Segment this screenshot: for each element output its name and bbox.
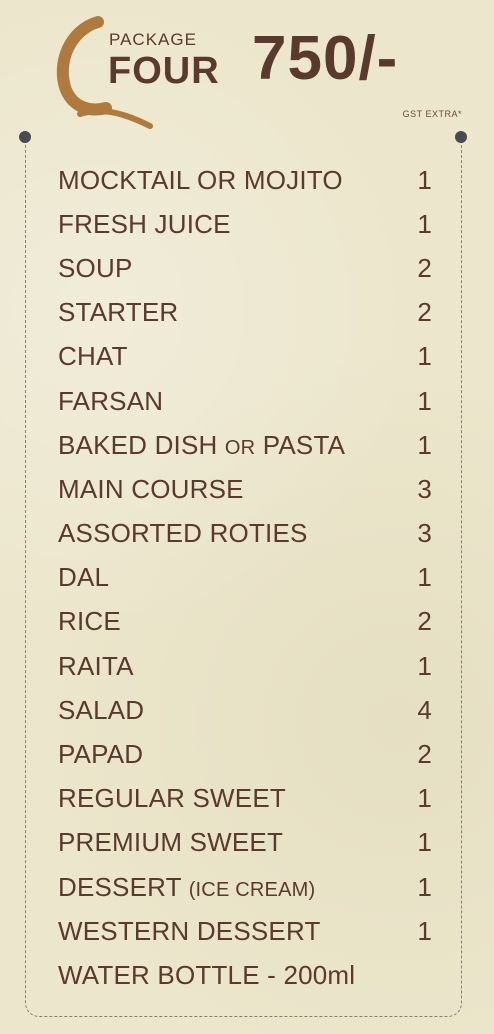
frame-left-dot	[19, 131, 31, 143]
item-name-connector: OR	[224, 436, 256, 459]
item-name: PAPAD	[58, 739, 144, 770]
item-name: REGULAR SWEET	[58, 783, 286, 814]
package-price: 750/-	[252, 24, 399, 93]
item-name: RICE	[58, 606, 121, 637]
item-quantity: 3	[417, 473, 432, 504]
item-name: WATER BOTTLE - 200ml	[58, 959, 356, 990]
item-quantity: 1	[417, 164, 432, 195]
item-quantity: 1	[417, 783, 432, 814]
list-item: PAPAD 2	[58, 732, 432, 776]
list-item: FRESH JUICE 1	[58, 202, 432, 246]
item-name: BAKED DISH OR PASTA	[58, 430, 345, 461]
item-name: MOCKTAIL OR MOJITO	[58, 164, 343, 195]
list-item: WATER BOTTLE - 200ml	[58, 953, 432, 997]
package-label: PACKAGE	[109, 30, 197, 49]
list-item: RAITA 1	[58, 644, 432, 688]
item-quantity: 1	[417, 562, 432, 593]
item-quantity: 1	[417, 915, 432, 946]
item-name: RAITA	[58, 650, 134, 681]
item-name: ASSORTED ROTIES	[58, 518, 308, 549]
list-item: REGULAR SWEET 1	[58, 777, 432, 821]
item-quantity: 4	[417, 694, 432, 725]
item-quantity: 1	[417, 827, 432, 858]
item-quantity: 1	[417, 871, 432, 902]
list-item: MOCKTAIL OR MOJITO 1	[58, 158, 432, 202]
list-item: CHAT 1	[58, 335, 432, 379]
list-item: SALAD 4	[58, 688, 432, 732]
item-quantity: 1	[417, 208, 432, 239]
list-item: ASSORTED ROTIES 3	[58, 512, 432, 556]
item-name: FARSAN	[58, 385, 164, 416]
list-item: DESSERT (ICE CREAM) 1	[58, 865, 432, 909]
item-quantity: 2	[417, 606, 432, 637]
item-name: PREMIUM SWEET	[58, 827, 284, 858]
item-quantity: 1	[417, 650, 432, 681]
item-name-part: BAKED DISH	[58, 429, 225, 460]
tax-note: GST EXTRA*	[402, 109, 462, 119]
item-quantity: 1	[417, 385, 432, 416]
item-name-part: DESSERT	[58, 871, 189, 902]
item-name: DESSERT (ICE CREAM)	[58, 872, 315, 903]
item-name: DAL	[58, 562, 110, 593]
item-quantity: 2	[417, 739, 432, 770]
list-item: PREMIUM SWEET 1	[58, 821, 432, 865]
item-quantity: 2	[417, 297, 432, 328]
item-quantity: 1	[417, 429, 432, 460]
list-item: DAL 1	[58, 556, 432, 600]
item-name: SOUP	[58, 252, 133, 283]
item-name: WESTERN DESSERT	[58, 915, 321, 946]
menu-items-list: MOCKTAIL OR MOJITO 1 FRESH JUICE 1 SOUP …	[58, 158, 432, 998]
list-item: WESTERN DESSERT 1	[58, 909, 432, 953]
list-item: RICE 2	[58, 600, 432, 644]
item-name: FRESH JUICE	[58, 208, 231, 239]
list-item: BAKED DISH OR PASTA 1	[58, 423, 432, 467]
item-name-note: (ICE CREAM)	[188, 878, 316, 901]
item-quantity: 3	[417, 518, 432, 549]
package-name: FOUR	[108, 50, 220, 92]
item-quantity: 1	[417, 341, 432, 372]
item-name: MAIN COURSE	[58, 473, 244, 504]
item-name: SALAD	[58, 694, 145, 725]
list-item: MAIN COURSE 3	[58, 467, 432, 511]
item-name-part: PASTA	[255, 429, 346, 460]
list-item: FARSAN 1	[58, 379, 432, 423]
item-name: STARTER	[58, 297, 179, 328]
item-quantity: 2	[417, 252, 432, 283]
item-name: CHAT	[58, 341, 128, 372]
list-item: SOUP 2	[58, 246, 432, 290]
list-item: STARTER 2	[58, 291, 432, 335]
frame-right-dot	[455, 131, 467, 143]
